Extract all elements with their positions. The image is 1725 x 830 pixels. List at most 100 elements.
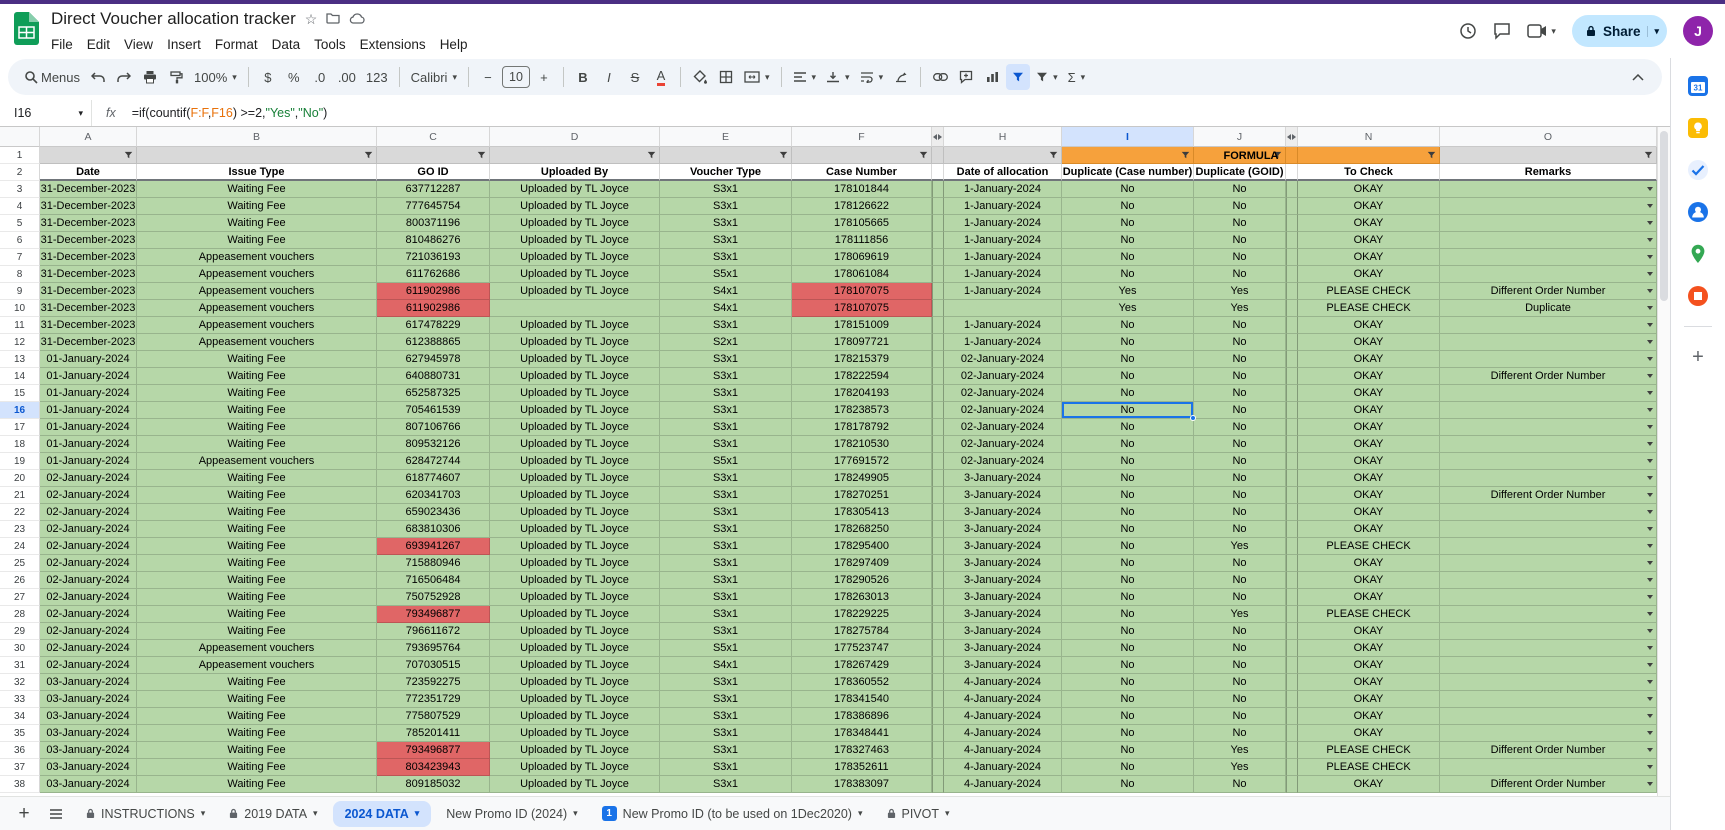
cell-I11[interactable]: No	[1062, 317, 1194, 334]
cell-E31[interactable]: S4x1	[660, 657, 792, 674]
cell-O37[interactable]	[1440, 759, 1657, 776]
cell-B24[interactable]: Waiting Fee	[137, 538, 377, 555]
cell-N36[interactable]: PLEASE CHECK	[1298, 742, 1440, 759]
cell-J29[interactable]: No	[1194, 623, 1286, 640]
cell-K3[interactable]	[1286, 181, 1298, 198]
print-button[interactable]	[138, 64, 162, 90]
cell-C29[interactable]: 796611672	[377, 623, 490, 640]
cell-J26[interactable]: No	[1194, 572, 1286, 589]
cell-I2[interactable]: Duplicate (Case number)	[1062, 164, 1194, 181]
cell-H6[interactable]: 1-January-2024	[944, 232, 1062, 249]
functions-button[interactable]: Σ ▾	[1064, 64, 1090, 90]
filter-icon[interactable]	[779, 151, 788, 160]
cell-E33[interactable]: S3x1	[660, 691, 792, 708]
cell-E14[interactable]: S3x1	[660, 368, 792, 385]
cell-B12[interactable]: Appeasement vouchers	[137, 334, 377, 351]
cell-I9[interactable]: Yes	[1062, 283, 1194, 300]
cell-G36[interactable]	[932, 742, 944, 759]
search-menus-button[interactable]: Menus	[20, 64, 84, 90]
dropdown-caret-icon[interactable]	[1647, 629, 1653, 633]
all-sheets-menu-button[interactable]	[42, 800, 70, 828]
cell-G14[interactable]	[932, 368, 944, 385]
cell-N11[interactable]: OKAY	[1298, 317, 1440, 334]
cell-A24[interactable]: 02-January-2024	[40, 538, 137, 555]
cell-K13[interactable]	[1286, 351, 1298, 368]
cell-K5[interactable]	[1286, 215, 1298, 232]
cell-G28[interactable]	[932, 606, 944, 623]
cell-C2[interactable]: GO ID	[377, 164, 490, 181]
cell-E13[interactable]: S3x1	[660, 351, 792, 368]
cell-K24[interactable]	[1286, 538, 1298, 555]
cell-N19[interactable]: OKAY	[1298, 453, 1440, 470]
cell-C1[interactable]	[377, 147, 490, 164]
cell-B33[interactable]: Waiting Fee	[137, 691, 377, 708]
cell-K9[interactable]	[1286, 283, 1298, 300]
font-selector[interactable]: Calibri ▾	[407, 64, 461, 90]
cell-O1[interactable]	[1440, 147, 1657, 164]
cell-E36[interactable]: S3x1	[660, 742, 792, 759]
cell-O11[interactable]	[1440, 317, 1657, 334]
cell-H9[interactable]: 1-January-2024	[944, 283, 1062, 300]
tab-menu-caret-icon[interactable]: ▾	[415, 808, 420, 819]
filter-icon[interactable]	[647, 151, 656, 160]
cell-N29[interactable]: OKAY	[1298, 623, 1440, 640]
cell-H19[interactable]: 02-January-2024	[944, 453, 1062, 470]
add-sheet-button[interactable]: +	[10, 800, 38, 828]
cell-B29[interactable]: Waiting Fee	[137, 623, 377, 640]
cell-B15[interactable]: Waiting Fee	[137, 385, 377, 402]
spreadsheet-grid[interactable]: A B C D E F H I J N O 1 FORMULA 2 Date Issue Type GO ID U…	[0, 127, 1657, 796]
cell-D25[interactable]: Uploaded by TL Joyce	[490, 555, 660, 572]
row-header-6[interactable]: 6	[0, 232, 40, 249]
row-header-14[interactable]: 14	[0, 368, 40, 385]
cell-F5[interactable]: 178105665	[792, 215, 932, 232]
cell-D22[interactable]: Uploaded by TL Joyce	[490, 504, 660, 521]
row-header-33[interactable]: 33	[0, 691, 40, 708]
cell-F30[interactable]: 177523747	[792, 640, 932, 657]
cell-F8[interactable]: 178061084	[792, 266, 932, 283]
cell-J36[interactable]: Yes	[1194, 742, 1286, 759]
cell-N9[interactable]: PLEASE CHECK	[1298, 283, 1440, 300]
decrease-decimal-button[interactable]: .0	[308, 64, 332, 90]
meet-camera-icon[interactable]: ▾	[1527, 23, 1556, 39]
cell-G17[interactable]	[932, 419, 944, 436]
cell-O29[interactable]	[1440, 623, 1657, 640]
dropdown-caret-icon[interactable]	[1647, 476, 1653, 480]
cell-B37[interactable]: Waiting Fee	[137, 759, 377, 776]
cell-K28[interactable]	[1286, 606, 1298, 623]
cell-A6[interactable]: 31-December-2023	[40, 232, 137, 249]
share-button[interactable]: Share ▾	[1571, 15, 1667, 47]
cell-D26[interactable]: Uploaded by TL Joyce	[490, 572, 660, 589]
cell-B35[interactable]: Waiting Fee	[137, 725, 377, 742]
cell-N15[interactable]: OKAY	[1298, 385, 1440, 402]
cell-K30[interactable]	[1286, 640, 1298, 657]
dropdown-caret-icon[interactable]	[1647, 459, 1653, 463]
cell-C16[interactable]: 705461539	[377, 402, 490, 419]
cell-N7[interactable]: OKAY	[1298, 249, 1440, 266]
dropdown-caret-icon[interactable]	[1647, 340, 1653, 344]
cell-E35[interactable]: S3x1	[660, 725, 792, 742]
dropdown-caret-icon[interactable]	[1647, 442, 1653, 446]
keep-icon[interactable]	[1686, 116, 1710, 140]
dropdown-caret-icon[interactable]	[1647, 272, 1653, 276]
cell-D24[interactable]: Uploaded by TL Joyce	[490, 538, 660, 555]
cell-F25[interactable]: 178297409	[792, 555, 932, 572]
cell-O4[interactable]	[1440, 198, 1657, 215]
dropdown-caret-icon[interactable]	[1647, 612, 1653, 616]
cell-O35[interactable]	[1440, 725, 1657, 742]
cell-C38[interactable]: 809185032	[377, 776, 490, 793]
cell-J15[interactable]: No	[1194, 385, 1286, 402]
cell-F3[interactable]: 178101844	[792, 181, 932, 198]
cell-O21[interactable]: Different Order Number	[1440, 487, 1657, 504]
cell-A1[interactable]	[40, 147, 137, 164]
cell-K21[interactable]	[1286, 487, 1298, 504]
cell-O28[interactable]	[1440, 606, 1657, 623]
cell-G6[interactable]	[932, 232, 944, 249]
cell-J38[interactable]: No	[1194, 776, 1286, 793]
row-header-18[interactable]: 18	[0, 436, 40, 453]
cell-J8[interactable]: No	[1194, 266, 1286, 283]
sheet-tab-pivot[interactable]: PIVOT ▾	[875, 797, 962, 830]
dropdown-caret-icon[interactable]	[1647, 391, 1653, 395]
cell-C17[interactable]: 807106766	[377, 419, 490, 436]
cell-E1[interactable]	[660, 147, 792, 164]
sheet-tab-new-promo-id-to-be-used-on-1dec2020-[interactable]: 1 New Promo ID (to be used on 1Dec2020) ▾	[590, 797, 875, 830]
